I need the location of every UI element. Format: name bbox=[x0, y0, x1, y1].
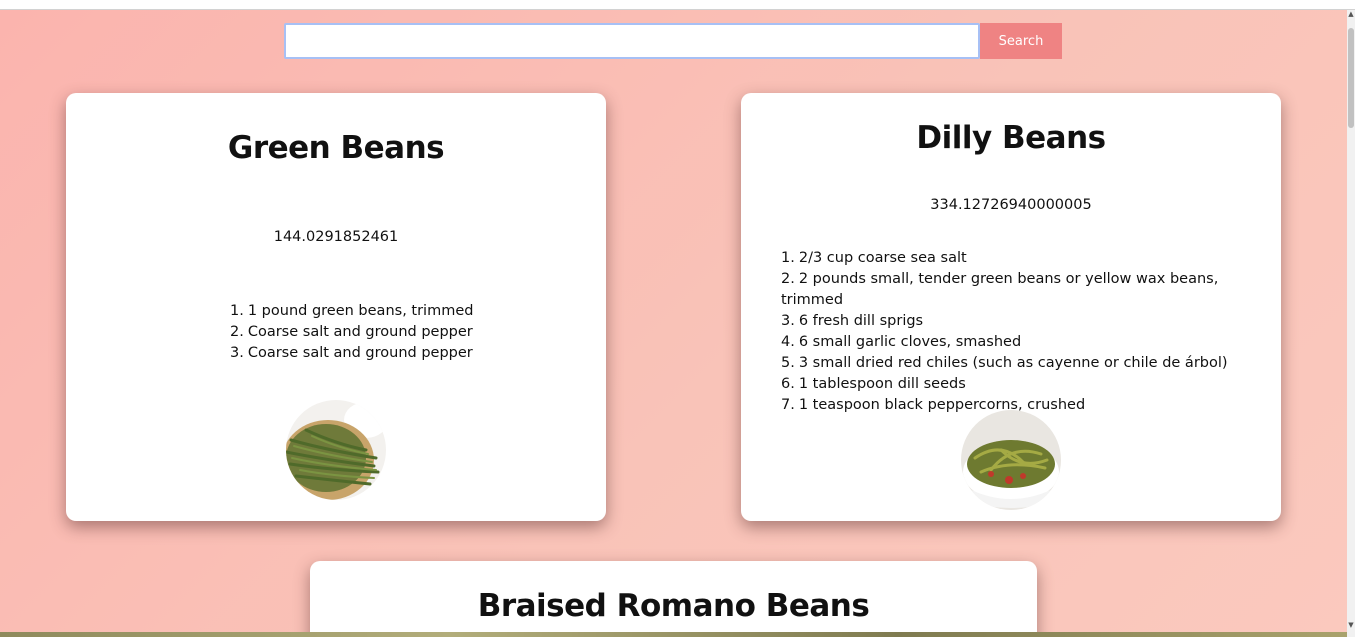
recipe-title: Dilly Beans bbox=[916, 120, 1106, 156]
ingredient-list: 1. 2/3 cup coarse sea salt 2. 2 pounds sma… bbox=[781, 248, 1281, 416]
list-item: 7. 1 teaspoon black peppercorns, crushed bbox=[781, 397, 1086, 413]
scroll-down-arrow-icon[interactable]: ▼ bbox=[1347, 621, 1355, 629]
recipe-title: Green Beans bbox=[227, 130, 445, 166]
list-item: 4. 6 small garlic cloves, smashed bbox=[781, 334, 1022, 350]
recipe-title: Braised Romano Beans bbox=[477, 588, 870, 624]
list-item: 3. Coarse salt and ground pepper bbox=[230, 345, 473, 361]
list-item: 6. 1 tablespoon dill seeds bbox=[781, 376, 966, 392]
recipe-calories: 144.0291852461 bbox=[273, 229, 399, 245]
list-item: 2. 2 pounds small, tender green beans or … bbox=[781, 271, 1219, 308]
scrollbar-thumb[interactable] bbox=[1348, 28, 1354, 128]
recipe-card: Braised Romano Beans bbox=[310, 561, 1037, 637]
browser-top-edge bbox=[0, 0, 1355, 10]
list-item: 1. 1 pound green beans, trimmed bbox=[230, 303, 474, 319]
list-item: 5. 3 small dried red chiles (such as caye… bbox=[781, 355, 1228, 371]
list-item: 2. Coarse salt and ground pepper bbox=[230, 324, 473, 340]
recipe-image bbox=[961, 410, 1061, 510]
page-scrollbar[interactable]: ▲ ▼ bbox=[1347, 10, 1355, 637]
scroll-up-arrow-icon[interactable]: ▲ bbox=[1347, 10, 1355, 18]
ingredient-list: 1. 1 pound green beans, trimmed 2. Coarse … bbox=[230, 301, 473, 364]
search-button[interactable]: Search bbox=[980, 23, 1062, 59]
recipe-calories: 334.12726940000005 bbox=[930, 197, 1092, 213]
background-strip bbox=[0, 632, 1347, 637]
list-item: 1. 2/3 cup coarse sea salt bbox=[781, 250, 967, 266]
recipe-image bbox=[286, 400, 386, 500]
recipe-card: Dilly Beans 334.12726940000005 1. 2/3 cup… bbox=[741, 93, 1281, 521]
search-bar: Search bbox=[284, 23, 1062, 60]
list-item: 3. 6 fresh dill sprigs bbox=[781, 313, 924, 329]
search-input[interactable] bbox=[284, 23, 980, 59]
recipe-card: Green Beans 144.0291852461 1. 1 pound gre… bbox=[66, 93, 606, 521]
